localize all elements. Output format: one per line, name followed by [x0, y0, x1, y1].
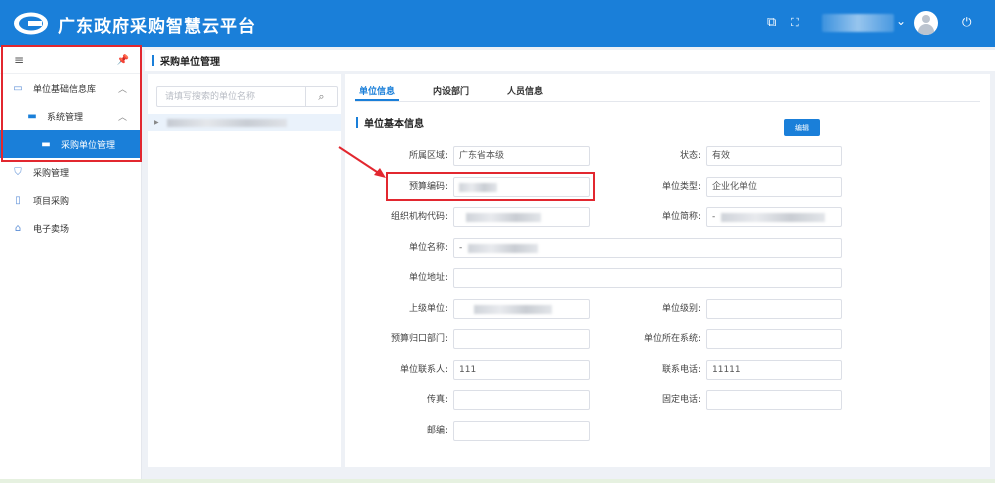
chevron-down-icon[interactable]: ⌄ — [896, 14, 906, 28]
unit-name-field[interactable]: - — [453, 238, 842, 258]
system-label: 单位所在系统: — [643, 334, 701, 344]
sidebar: ≡ 📌 ▭ 单位基础信息库 ︿ ▬ 系统管理 ︿ ▬ 采购单位管理 ⛉ 采购管理… — [0, 47, 142, 483]
redacted-value — [466, 213, 541, 222]
top-header: 广东政府采购智慧云平台 ⧉ ⛶ ⌄ ⏻ — [0, 0, 995, 47]
redacted-unit-name — [166, 118, 287, 127]
phone-field[interactable]: 11111 — [706, 360, 842, 380]
sidebar-item-label: 采购单位管理 — [61, 140, 116, 151]
parent-unit-field[interactable] — [453, 299, 590, 319]
menu-icon[interactable]: ≡ — [14, 53, 24, 67]
app-title: 广东政府采购智慧云平台 — [58, 17, 256, 37]
postcode-field[interactable] — [453, 421, 590, 441]
detail-tabs: 单位信息 内设部门 人员信息 — [355, 84, 577, 101]
edit-button[interactable]: 编辑 — [784, 119, 820, 136]
contact-label: 单位联系人: — [399, 365, 448, 375]
chevron-up-icon: ︿ — [117, 112, 127, 123]
landline-label: 固定电话: — [661, 395, 701, 405]
sidebar-item-label: 采购管理 — [33, 168, 70, 179]
sidebar-item-purchasing-unit-management[interactable]: ▬ 采购单位管理 — [0, 130, 141, 158]
sidebar-item-e-mall[interactable]: ⌂ 电子卖场 — [0, 214, 141, 242]
system-field[interactable] — [706, 329, 842, 349]
sidebar-item-system-management[interactable]: ▬ 系统管理 ︿ — [0, 102, 141, 130]
avatar[interactable] — [914, 11, 938, 35]
monitor-icon: ▬ — [27, 110, 37, 122]
redacted-value — [474, 305, 552, 314]
section-title-text: 单位基本信息 — [364, 119, 424, 130]
address-field[interactable] — [453, 268, 842, 288]
region-field[interactable]: 广东省本级 — [453, 146, 590, 166]
unit-name-label: 单位名称: — [408, 243, 448, 253]
tab-personnel-info[interactable]: 人员信息 — [503, 84, 547, 101]
fax-field[interactable] — [453, 390, 590, 410]
phone-label: 联系电话: — [661, 365, 701, 375]
sidebar-item-label: 电子卖场 — [33, 224, 70, 235]
budget-dept-field[interactable] — [453, 329, 590, 349]
address-label: 单位地址: — [408, 273, 448, 283]
unit-type-field[interactable]: 企业化单位 — [706, 177, 842, 197]
annotation-arrow-icon — [338, 146, 386, 178]
store-icon: ⌂ — [14, 222, 22, 234]
username[interactable] — [822, 14, 894, 32]
sidebar-item-unit-info-library[interactable]: ▭ 单位基础信息库 ︿ — [0, 74, 141, 102]
page-title: 采购单位管理 — [160, 57, 220, 68]
logo-icon — [14, 12, 48, 35]
power-icon[interactable]: ⏻ — [962, 15, 972, 30]
chevron-up-icon: ︿ — [117, 84, 127, 95]
redacted-value — [721, 213, 825, 222]
unit-type-label: 单位类型: — [661, 182, 701, 192]
section-title: 单位基本信息 — [356, 115, 424, 130]
sidebar-item-label: 项目采购 — [33, 196, 70, 207]
sidebar-toolbar: ≡ 📌 — [0, 47, 141, 74]
caret-right-icon[interactable]: ▶ — [154, 119, 159, 126]
sidebar-item-project-procurement[interactable]: ▯ 项目采购 — [0, 186, 141, 214]
search-input[interactable] — [157, 87, 305, 106]
tab-unit-info[interactable]: 单位信息 — [355, 84, 400, 101]
short-name-field[interactable]: - — [706, 207, 842, 227]
tree-search: ⌕ — [156, 86, 338, 107]
unit-level-label: 单位级别: — [661, 304, 701, 314]
sidebar-item-label: 单位基础信息库 — [33, 84, 97, 95]
shield-icon: ⛉ — [14, 166, 22, 178]
database-icon: ▭ — [13, 82, 23, 94]
pin-icon[interactable]: 📌 — [117, 55, 129, 66]
redacted-value — [468, 244, 538, 253]
landline-field[interactable] — [706, 390, 842, 410]
annotation-highlight-budget-code — [386, 172, 595, 201]
contact-field[interactable]: 111 — [453, 360, 590, 380]
status-field[interactable]: 有效 — [706, 146, 842, 166]
status-label: 状态: — [679, 151, 701, 161]
unit-tree-panel: ⌕ ▶ — [148, 74, 341, 467]
budget-dept-label: 预算归口部门: — [390, 334, 448, 344]
short-name-label: 单位简称: — [661, 212, 701, 222]
fax-label: 传真: — [426, 395, 448, 405]
resize-icon[interactable]: ⧉ — [767, 16, 776, 30]
parent-unit-label: 上级单位: — [408, 304, 448, 314]
search-icon: ⌕ — [318, 89, 325, 103]
sidebar-item-label: 系统管理 — [47, 112, 84, 123]
unit-level-field[interactable] — [706, 299, 842, 319]
postcode-label: 邮编: — [426, 426, 448, 436]
status-strip — [0, 479, 995, 483]
search-button[interactable]: ⌕ — [305, 87, 337, 106]
monitor-icon: ▬ — [41, 138, 51, 150]
page-title-bar: 采购单位管理 — [145, 50, 995, 71]
document-icon: ▯ — [15, 194, 21, 206]
tree-node[interactable]: ▶ — [148, 114, 341, 131]
sidebar-item-procurement-management[interactable]: ⛉ 采购管理 — [0, 158, 141, 186]
fullscreen-icon[interactable]: ⛶ — [791, 16, 799, 30]
org-code-field[interactable] — [453, 207, 590, 227]
tab-internal-departments[interactable]: 内设部门 — [429, 84, 473, 101]
org-code-label: 组织机构代码: — [390, 212, 448, 222]
